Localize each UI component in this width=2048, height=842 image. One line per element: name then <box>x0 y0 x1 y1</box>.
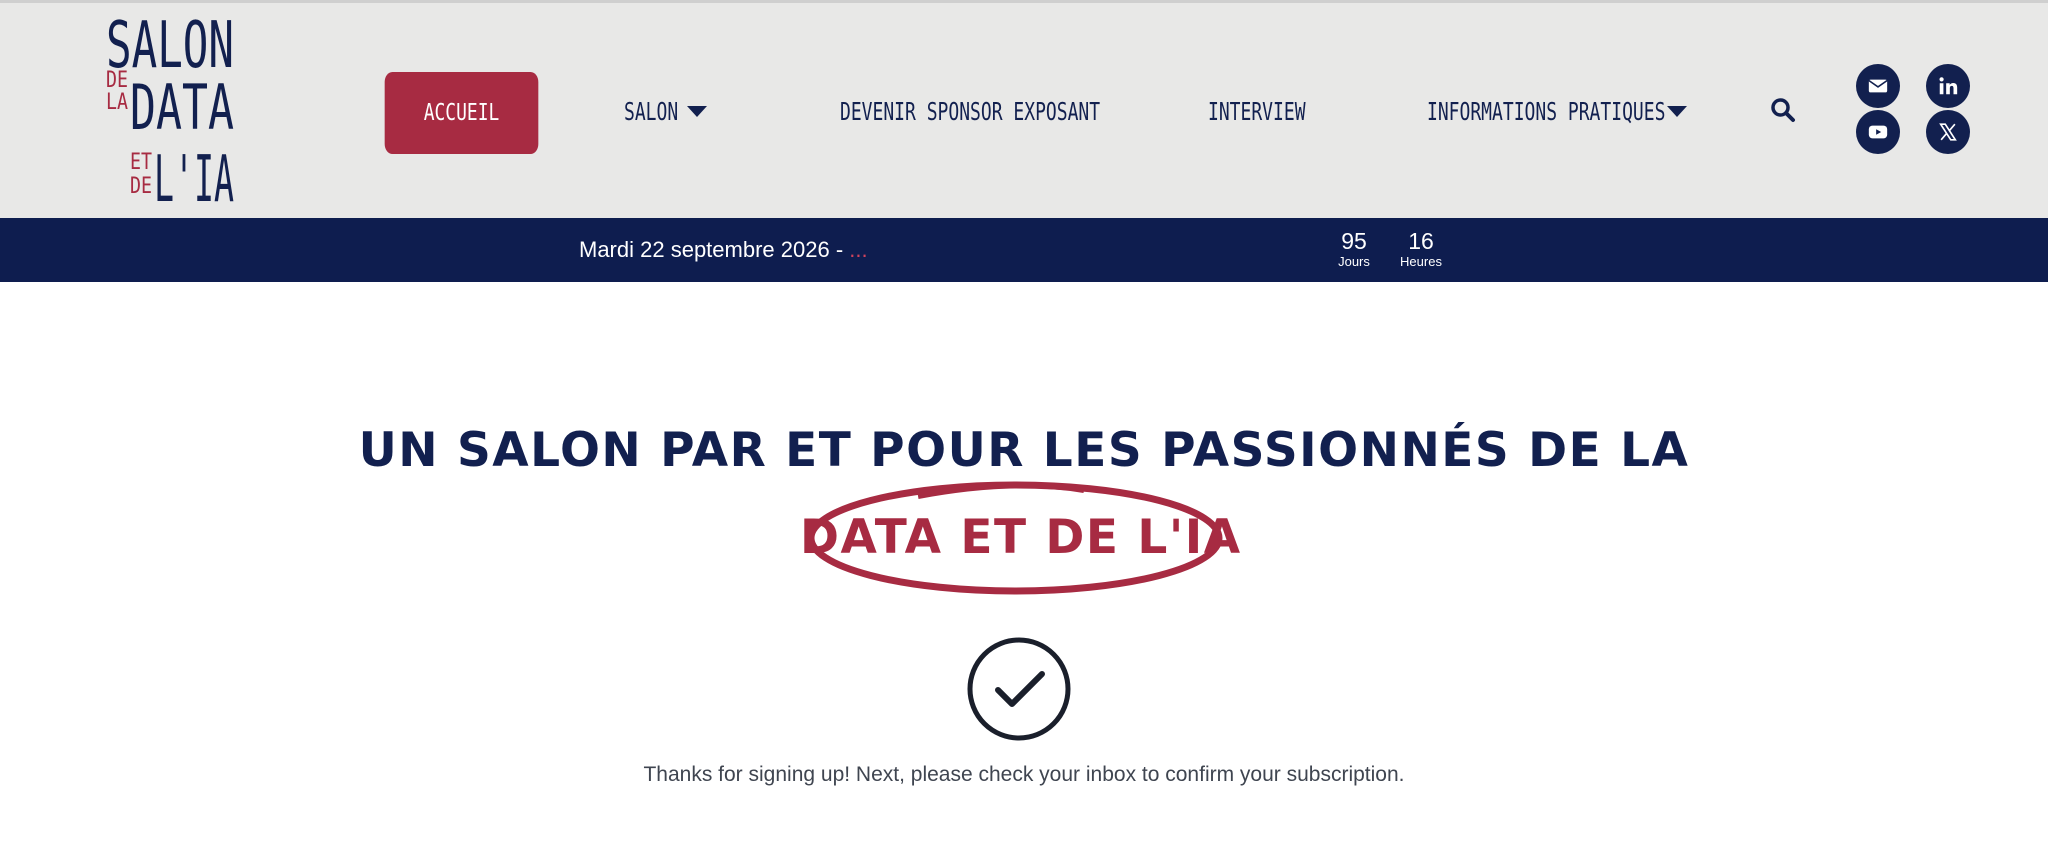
countdown-days-label: Jours <box>1338 254 1370 269</box>
nav-infos-label: INFORMATIONS PRATIQUES <box>1427 96 1666 126</box>
nav-interview-label: INTERVIEW <box>1208 96 1306 126</box>
email-social-button[interactable] <box>1856 64 1900 108</box>
countdown-hours: 16 Heures <box>1396 228 1446 269</box>
logo-line-lia: L'IA <box>154 143 234 209</box>
signup-confirmation-message: Thanks for signing up! Next, please chec… <box>643 763 1405 786</box>
logo-la: LA <box>106 90 128 115</box>
nav-accueil-button[interactable]: ACCUEIL <box>384 72 539 154</box>
nav-accueil-label: ACCUEIL <box>423 100 500 126</box>
search-icon[interactable] <box>1770 97 1796 123</box>
x-icon <box>1939 123 1957 141</box>
nav-salon-label: SALON <box>624 96 679 126</box>
logo-de2: DE <box>130 174 152 199</box>
page-headline: UN SALON PAR ET POUR LES PASSIONNÉS DE L… <box>358 423 1690 478</box>
x-social-button[interactable] <box>1926 110 1970 154</box>
chevron-down-icon <box>1667 105 1688 117</box>
nav-salon[interactable]: SALON <box>624 91 708 131</box>
countdown-days-value: 95 <box>1341 228 1367 254</box>
linkedin-social-button[interactable] <box>1926 64 1970 108</box>
countdown-hours-value: 16 <box>1408 228 1434 254</box>
nav-interview[interactable]: INTERVIEW <box>1208 91 1343 131</box>
envelope-icon <box>1868 79 1888 93</box>
site-header: SALON DE LA DATA ET DE L'IA ACCUEIL SALO… <box>0 0 2048 218</box>
logo-line-data: DATA <box>130 71 234 144</box>
nav-sponsor-label: DEVENIR SPONSOR EXPOSANT <box>840 96 1101 126</box>
event-date-ellipsis: ... <box>849 237 868 262</box>
nav-sponsor[interactable]: DEVENIR SPONSOR EXPOSANT <box>840 91 1201 131</box>
headline-highlight-text: DATA ET DE L'IA <box>800 510 1242 565</box>
event-info-bar: Mardi 22 septembre 2026 - ... 95 Jours 1… <box>0 218 2048 282</box>
countdown-days: 95 Jours <box>1336 228 1372 269</box>
chevron-down-icon <box>687 105 708 117</box>
salon-logo[interactable]: SALON DE LA DATA ET DE L'IA <box>106 9 236 209</box>
countdown-hours-label: Heures <box>1400 254 1442 269</box>
check-circle-icon <box>966 636 1072 742</box>
event-date-text: Mardi 22 septembre 2026 - <box>579 237 850 262</box>
linkedin-icon <box>1939 77 1958 95</box>
nav-infos-pratiques[interactable]: INFORMATIONS PRATIQUES <box>1427 91 1688 131</box>
logo-et: ET <box>130 150 152 175</box>
youtube-social-button[interactable] <box>1856 110 1900 154</box>
headline-highlight: DATA ET DE L'IA <box>800 476 1242 600</box>
logo-graphic: SALON DE LA DATA ET DE L'IA <box>106 9 234 209</box>
event-date: Mardi 22 septembre 2026 - ... <box>579 237 868 263</box>
youtube-icon <box>1868 125 1888 139</box>
